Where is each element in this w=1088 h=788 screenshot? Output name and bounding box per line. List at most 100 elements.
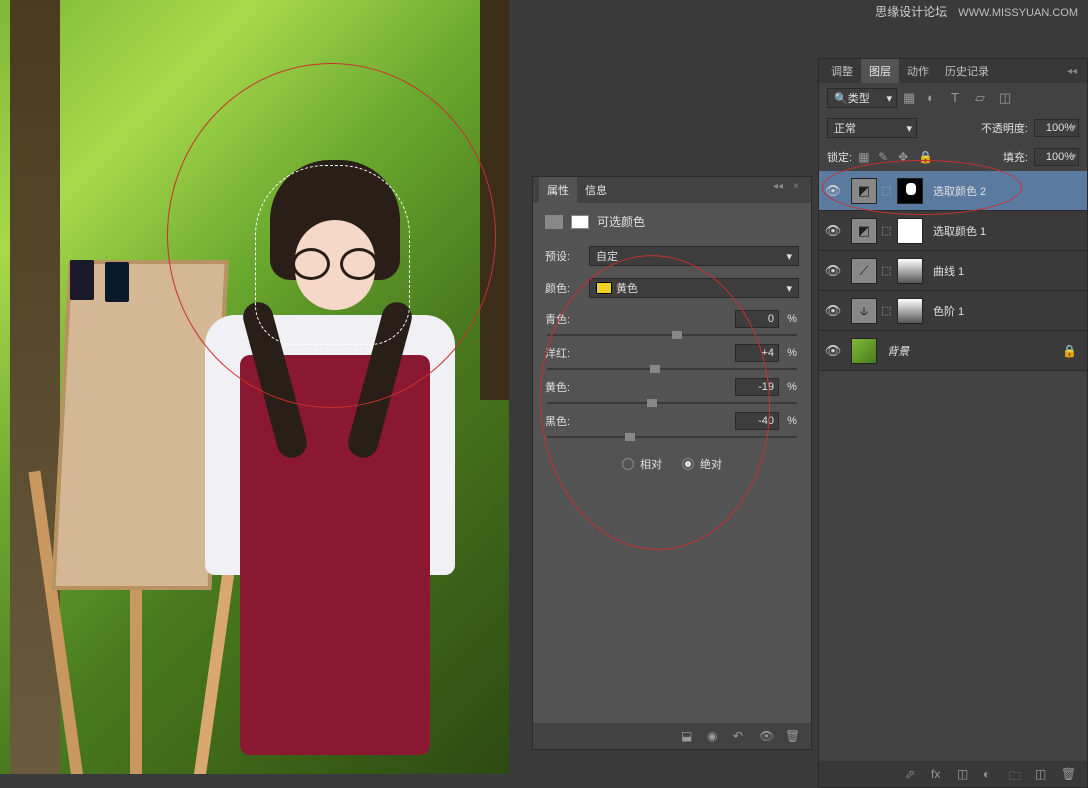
layers-footer: ⬀ fx ◫ ◐ 🗀 ◫ 🗑 bbox=[819, 761, 1087, 787]
delete-icon[interactable]: 🗑 bbox=[785, 729, 801, 743]
lock-label: 锁定: bbox=[827, 149, 852, 165]
layer-name[interactable]: 背景 bbox=[881, 343, 909, 359]
yellow-label: 黄色: bbox=[545, 379, 570, 395]
black-slider[interactable] bbox=[547, 436, 797, 438]
prev-icon[interactable]: ◉ bbox=[707, 729, 723, 743]
radio-absolute[interactable]: 绝对 bbox=[682, 456, 722, 472]
layer-item-selective-color-2[interactable]: 👁 ◩ ⬚ 选取颜色 2 bbox=[819, 171, 1087, 211]
cyan-label: 青色: bbox=[545, 311, 570, 327]
fill-label: 填充: bbox=[1003, 149, 1028, 165]
cyan-unit: % bbox=[785, 313, 799, 325]
mask-icon[interactable]: ◫ bbox=[957, 767, 973, 781]
fx-icon[interactable]: fx bbox=[931, 767, 947, 781]
properties-footer: ⬓ ◉ ↶ 👁 🗑 bbox=[533, 723, 811, 749]
layer-name[interactable]: 选取颜色 2 bbox=[927, 183, 986, 199]
document-photo[interactable] bbox=[0, 0, 509, 774]
magenta-unit: % bbox=[785, 347, 799, 359]
visibility-toggle[interactable]: 👁 bbox=[819, 223, 847, 239]
layers-panel: 调整 图层 动作 历史记录 ◂◂ 🔍 类型 ▦ ◐ T ▱ ◫ 正常 不透明度:… bbox=[818, 58, 1088, 788]
lock-transparency-icon[interactable]: ▦ bbox=[858, 150, 872, 164]
filter-select[interactable]: 🔍 类型 bbox=[827, 88, 897, 108]
photo-clip bbox=[70, 260, 94, 300]
layer-item-selective-color-1[interactable]: 👁 ◩ ⬚ 选取颜色 1 bbox=[819, 211, 1087, 251]
mask-thumb[interactable] bbox=[897, 298, 923, 324]
canvas-area bbox=[0, 0, 515, 788]
preset-select[interactable]: 自定 bbox=[589, 246, 799, 266]
photo-bg-tree bbox=[480, 0, 509, 400]
tab-info[interactable]: 信息 bbox=[577, 177, 615, 203]
visibility-icon[interactable]: 👁 bbox=[759, 729, 775, 743]
adjustment-icon[interactable]: ◐ bbox=[983, 767, 999, 781]
black-value[interactable]: -40 bbox=[735, 412, 779, 430]
visibility-toggle[interactable]: 👁 bbox=[819, 303, 847, 319]
delete-icon[interactable]: 🗑 bbox=[1061, 767, 1077, 781]
new-layer-icon[interactable]: ◫ bbox=[1035, 767, 1051, 781]
photo-clip bbox=[105, 262, 129, 302]
color-swatch-yellow bbox=[596, 282, 612, 294]
tab-properties[interactable]: 属性 bbox=[539, 177, 577, 203]
lock-all-icon[interactable]: 🔒 bbox=[918, 150, 932, 164]
tab-actions[interactable]: 动作 bbox=[899, 59, 937, 83]
group-icon[interactable]: 🗀 bbox=[1009, 767, 1025, 781]
layer-thumb[interactable] bbox=[851, 338, 877, 364]
filter-shape-icon[interactable]: ▱ bbox=[975, 90, 991, 106]
adjustment-title: 可选颜色 bbox=[597, 213, 645, 230]
mask-icon bbox=[571, 215, 589, 229]
layer-item-levels-1[interactable]: 👁 ⫝ ⬚ 色阶 1 bbox=[819, 291, 1087, 331]
filter-smart-icon[interactable]: ◫ bbox=[999, 90, 1015, 106]
visibility-toggle[interactable]: 👁 bbox=[819, 183, 847, 199]
filter-adjustment-icon[interactable]: ◐ bbox=[927, 90, 943, 106]
layer-name[interactable]: 曲线 1 bbox=[927, 263, 964, 279]
collapse-icon[interactable]: ◂◂ bbox=[773, 181, 787, 195]
watermark: 思缘设计论坛 WWW.MISSYUAN.COM bbox=[875, 3, 1078, 20]
opacity-value[interactable]: 100% bbox=[1034, 119, 1079, 137]
magenta-label: 洋红: bbox=[545, 345, 570, 361]
visibility-toggle[interactable]: 👁 bbox=[819, 263, 847, 279]
mask-thumb[interactable] bbox=[897, 178, 923, 204]
yellow-unit: % bbox=[785, 381, 799, 393]
watermark-url: WWW.MISSYUAN.COM bbox=[958, 7, 1078, 19]
photo-easel bbox=[50, 260, 230, 760]
lock-paint-icon[interactable]: ✎ bbox=[878, 150, 892, 164]
layer-list: 👁 ◩ ⬚ 选取颜色 2 👁 ◩ ⬚ 选取颜色 1 👁 ⟋ ⬚ bbox=[819, 171, 1087, 371]
tab-history[interactable]: 历史记录 bbox=[937, 59, 997, 83]
photo-subject bbox=[210, 160, 470, 760]
collapse-icon[interactable]: ◂◂ bbox=[1061, 66, 1083, 77]
link-icon: ⬚ bbox=[881, 264, 893, 278]
mask-thumb[interactable] bbox=[897, 218, 923, 244]
layers-tabbar: 调整 图层 动作 历史记录 ◂◂ bbox=[819, 59, 1087, 83]
yellow-slider[interactable] bbox=[547, 402, 797, 404]
filter-pixel-icon[interactable]: ▦ bbox=[903, 90, 919, 106]
link-layers-icon[interactable]: ⬀ bbox=[905, 767, 921, 781]
magenta-value[interactable]: +4 bbox=[735, 344, 779, 362]
link-icon: ⬚ bbox=[881, 304, 893, 318]
mask-thumb[interactable] bbox=[897, 258, 923, 284]
layer-item-background[interactable]: 👁 背景 🔒 bbox=[819, 331, 1087, 371]
layer-name[interactable]: 色阶 1 bbox=[927, 303, 964, 319]
black-label: 黑色: bbox=[545, 413, 570, 429]
opacity-label: 不透明度: bbox=[981, 120, 1028, 136]
color-select[interactable]: 黄色 bbox=[589, 278, 799, 298]
color-label: 颜色: bbox=[545, 280, 581, 296]
panel-header: 属性 信息 ◂◂ × bbox=[533, 177, 811, 203]
adjustment-thumb: ⫝ bbox=[851, 298, 877, 324]
clip-icon[interactable]: ⬓ bbox=[681, 729, 697, 743]
lock-position-icon[interactable]: ✥ bbox=[898, 150, 912, 164]
cyan-slider[interactable] bbox=[547, 334, 797, 336]
tab-layers[interactable]: 图层 bbox=[861, 59, 899, 83]
watermark-cn: 思缘设计论坛 bbox=[875, 5, 947, 19]
visibility-toggle[interactable]: 👁 bbox=[819, 343, 847, 359]
cyan-value[interactable]: 0 bbox=[735, 310, 779, 328]
reset-icon[interactable]: ↶ bbox=[733, 729, 749, 743]
properties-panel: 属性 信息 ◂◂ × 可选颜色 预设: 自定 颜色: 黄色 青色: 0 % 洋红… bbox=[532, 176, 812, 750]
filter-text-icon[interactable]: T bbox=[951, 90, 967, 106]
tab-adjustments[interactable]: 调整 bbox=[823, 59, 861, 83]
radio-relative[interactable]: 相对 bbox=[622, 456, 662, 472]
yellow-value[interactable]: -19 bbox=[735, 378, 779, 396]
layer-item-curves-1[interactable]: 👁 ⟋ ⬚ 曲线 1 bbox=[819, 251, 1087, 291]
blend-mode-select[interactable]: 正常 bbox=[827, 118, 917, 138]
magenta-slider[interactable] bbox=[547, 368, 797, 370]
fill-value[interactable]: 100% bbox=[1034, 148, 1079, 166]
layer-name[interactable]: 选取颜色 1 bbox=[927, 223, 986, 239]
close-icon[interactable]: × bbox=[793, 181, 807, 195]
